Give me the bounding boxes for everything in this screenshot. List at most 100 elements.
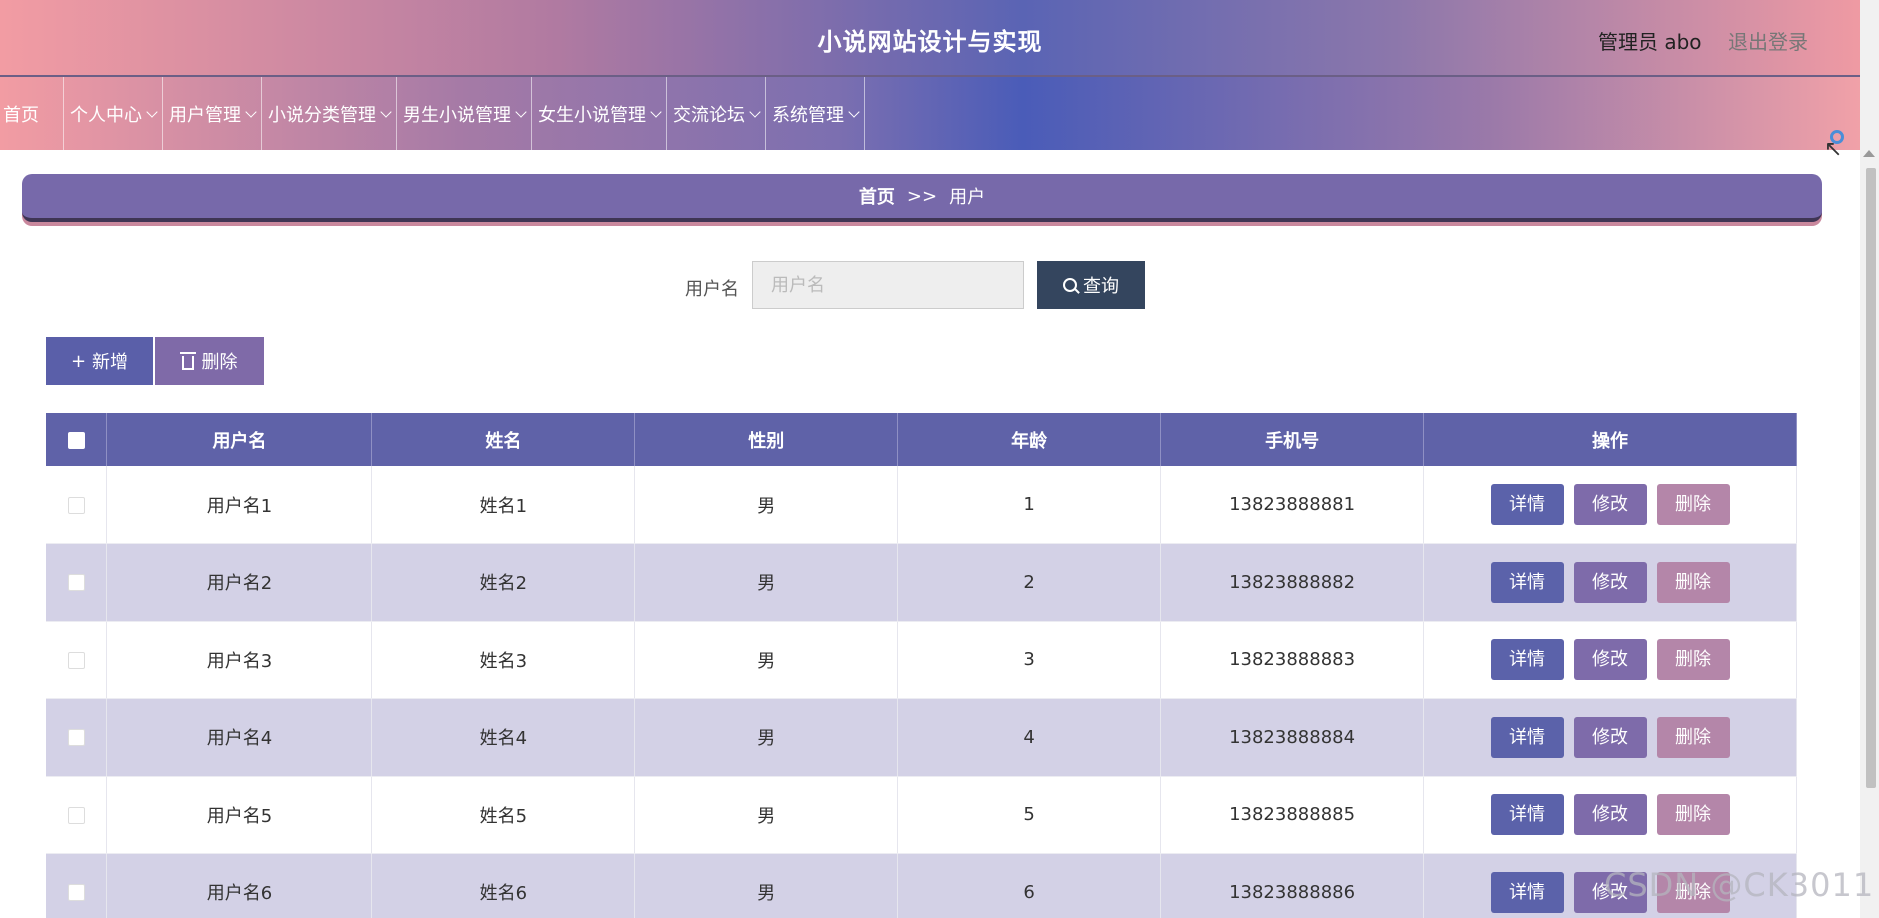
nav-item-personal-center[interactable]: 个人中心 (64, 77, 163, 150)
row-checkbox-cell (46, 853, 108, 918)
site-title: 小说网站设计与实现 (817, 28, 1043, 56)
edit-button[interactable]: 修改 (1573, 716, 1647, 758)
table-row: 用户名5 姓名5 男 5 13823888885 详情 修改 删除 (46, 776, 1797, 854)
table-row: 用户名2 姓名2 男 2 13823888882 详情 修改 删除 (46, 543, 1797, 622)
nav-item-label: 用户管理 (169, 104, 241, 126)
cell-age: 2 (897, 543, 1162, 622)
cell-gender: 男 (634, 466, 899, 544)
nav-item-label: 女生小说管理 (538, 104, 646, 126)
cell-phone: 13823888886 (1160, 853, 1425, 918)
cell-name: 姓名3 (371, 621, 636, 699)
search-button-label: 查询 (1083, 276, 1119, 297)
column-header-gender: 性别 (634, 413, 899, 466)
row-checkbox[interactable] (67, 574, 85, 592)
cell-phone: 13823888884 (1160, 698, 1425, 777)
mouse-cursor-icon: ↖ (1824, 137, 1843, 162)
delete-button[interactable]: 删除 (1656, 639, 1730, 681)
breadcrumb: 首页 >> 用户 (22, 174, 1822, 222)
plus-icon: + (70, 350, 87, 372)
edit-button[interactable]: 修改 (1573, 794, 1647, 836)
cell-phone: 13823888883 (1160, 621, 1425, 699)
table-row: 用户名4 姓名4 男 4 13823888884 详情 修改 删除 (46, 698, 1797, 777)
scrollbar-thumb[interactable] (1866, 168, 1876, 788)
cell-phone: 13823888882 (1160, 543, 1425, 622)
username-search-input[interactable] (752, 261, 1024, 309)
add-button-label: 新增 (92, 352, 129, 373)
search-button[interactable]: 查询 (1037, 261, 1145, 309)
cell-username: 用户名5 (106, 776, 373, 854)
cell-age: 6 (897, 853, 1162, 918)
row-checkbox-cell (46, 698, 108, 777)
nav-item-label: 首页 (3, 104, 39, 126)
cell-phone: 13823888885 (1160, 776, 1425, 854)
table-header-row: 用户名 姓名 性别 年龄 手机号 操作 (46, 413, 1797, 466)
chevron-down-icon (749, 105, 761, 118)
select-all-checkbox[interactable] (67, 431, 85, 449)
row-checkbox[interactable] (67, 884, 85, 902)
column-header-username: 用户名 (106, 413, 373, 466)
row-checkbox-cell (46, 621, 108, 699)
row-checkbox-cell (46, 466, 108, 544)
nav-item-label: 小说分类管理 (268, 104, 376, 126)
cell-name: 姓名2 (371, 543, 636, 622)
cell-gender: 男 (634, 698, 899, 777)
cell-actions: 详情 修改 删除 (1423, 776, 1797, 854)
row-checkbox[interactable] (67, 651, 85, 669)
nav-item-system-management[interactable]: 系统管理 (766, 77, 865, 150)
delete-button[interactable]: 删除 (1656, 794, 1730, 836)
top-header: 小说网站设计与实现 管理员 abo 退出登录 (0, 0, 1860, 77)
chevron-down-icon (146, 105, 158, 118)
search-label: 用户名 (685, 279, 739, 300)
breadcrumb-current: 用户 (949, 187, 986, 208)
nav-item-male-novel-management[interactable]: 男生小说管理 (397, 77, 532, 150)
cell-gender: 男 (634, 776, 899, 854)
trash-icon (179, 351, 196, 370)
nav-item-home[interactable]: 首页 (0, 77, 64, 150)
row-checkbox[interactable] (67, 496, 85, 514)
nav-item-forum[interactable]: 交流论坛 (667, 77, 766, 150)
cell-username: 用户名4 (106, 698, 373, 777)
edit-button[interactable]: 修改 (1573, 484, 1647, 525)
cell-username: 用户名6 (106, 853, 373, 918)
cell-age: 5 (897, 776, 1162, 854)
detail-button[interactable]: 详情 (1490, 484, 1564, 525)
nav-item-label: 男生小说管理 (403, 104, 511, 126)
delete-button[interactable]: 删除 (1656, 716, 1730, 758)
batch-delete-button[interactable]: 删除 (155, 337, 264, 385)
table-row: 用户名3 姓名3 男 3 13823888883 详情 修改 删除 (46, 621, 1797, 699)
cell-gender: 男 (634, 543, 899, 622)
detail-button[interactable]: 详情 (1490, 639, 1564, 681)
chevron-down-icon (848, 105, 860, 118)
cell-age: 1 (897, 466, 1162, 544)
detail-button[interactable]: 详情 (1490, 794, 1564, 836)
watermark: CSDN @CK3011 (1604, 866, 1875, 904)
logout-link[interactable]: 退出登录 (1728, 26, 1808, 55)
cell-gender: 男 (634, 853, 899, 918)
edit-button[interactable]: 修改 (1573, 639, 1647, 681)
user-table: 用户名 姓名 性别 年龄 手机号 操作 用户名1 姓名1 男 1 1382388… (46, 413, 1797, 918)
cell-name: 姓名4 (371, 698, 636, 777)
column-header-phone: 手机号 (1160, 413, 1425, 466)
row-checkbox[interactable] (67, 729, 85, 747)
cell-actions: 详情 修改 删除 (1423, 621, 1797, 699)
cell-actions: 详情 修改 删除 (1423, 698, 1797, 777)
nav-item-female-novel-management[interactable]: 女生小说管理 (532, 77, 667, 150)
chevron-down-icon (515, 105, 527, 118)
column-header-age: 年龄 (897, 413, 1162, 466)
detail-button[interactable]: 详情 (1490, 561, 1564, 603)
select-all-header (46, 413, 108, 466)
nav-item-user-management[interactable]: 用户管理 (163, 77, 262, 150)
delete-button[interactable]: 删除 (1656, 561, 1730, 603)
delete-button[interactable]: 删除 (1656, 484, 1730, 525)
detail-button[interactable]: 详情 (1490, 716, 1564, 758)
breadcrumb-home[interactable]: 首页 (859, 183, 895, 209)
scroll-up-arrow-icon[interactable] (1863, 150, 1875, 157)
detail-button[interactable]: 详情 (1490, 871, 1564, 913)
row-checkbox[interactable] (67, 806, 85, 824)
nav-item-category-management[interactable]: 小说分类管理 (262, 77, 397, 150)
cell-username: 用户名2 (106, 543, 373, 622)
chevron-down-icon (650, 105, 662, 118)
edit-button[interactable]: 修改 (1573, 561, 1647, 603)
cell-username: 用户名1 (106, 466, 373, 544)
add-button[interactable]: + 新增 (46, 337, 153, 385)
